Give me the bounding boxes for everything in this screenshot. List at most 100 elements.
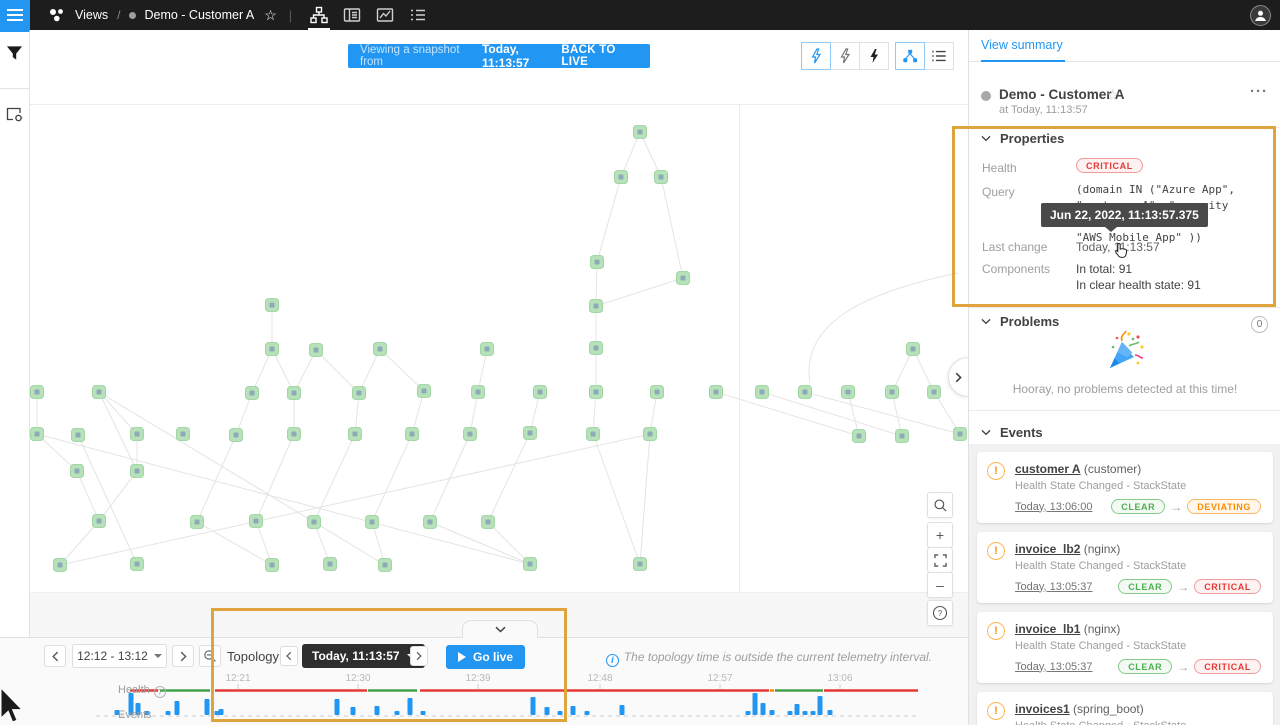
tab-view-summary[interactable]: View summary (981, 38, 1063, 52)
chevron-down-icon (981, 135, 991, 142)
event-time-link[interactable]: Today, 13:05:37 (1015, 581, 1092, 593)
app-root: { "topbar": { "views_label": "Views", "b… (0, 0, 1280, 725)
arrow-right-icon: → (1170, 500, 1182, 514)
event-component-type: (customer) (1084, 462, 1141, 476)
timeline-chart[interactable]: 12:2112:3012:3912:4812:5713:06 (30, 668, 968, 725)
event-title: invoice_lb1 (nginx) (1015, 622, 1261, 636)
state-badge-from: CLEAR (1111, 499, 1165, 514)
view-settings-icon[interactable] (0, 89, 29, 145)
breadcrumb-view-title[interactable]: Demo - Customer A (144, 8, 254, 22)
svg-text:12:21: 12:21 (225, 673, 250, 684)
star-icon[interactable]: ☆ (1106, 86, 1119, 104)
svg-text:13:06: 13:06 (827, 673, 852, 684)
event-card[interactable]: !invoice_lb2 (nginx)Health State Changed… (977, 532, 1273, 603)
problems-count-badge: 0 (1251, 316, 1268, 333)
filter-icon[interactable] (0, 32, 29, 88)
event-status-row: Today, 13:05:37CLEAR→CRITICAL (1015, 579, 1261, 594)
problems-filter-some-icon[interactable] (830, 42, 860, 70)
event-warning-icon: ! (987, 462, 1005, 480)
topology-graph[interactable] (30, 105, 968, 593)
hamburger-menu-icon[interactable] (0, 0, 30, 30)
problems-filter-all-icon[interactable] (859, 42, 889, 70)
event-state-pills: CLEAR→DEVIATING (1111, 499, 1261, 514)
event-component-link[interactable]: customer A (1015, 462, 1081, 476)
event-component-link[interactable]: invoices1 (1015, 702, 1070, 716)
ellipsis-menu-icon[interactable]: ··· (1250, 83, 1268, 100)
play-icon (458, 652, 466, 662)
event-component-type: (spring_boot) (1073, 702, 1144, 716)
events-row-label: Events (118, 709, 152, 721)
time-range-select[interactable]: 12:12 - 13:12 (72, 644, 167, 668)
zoom-out-range-icon[interactable] (199, 645, 221, 667)
back-to-live-button[interactable]: BACK TO LIVE (561, 44, 638, 68)
zoom-in-button[interactable]: + (927, 522, 953, 548)
fit-to-screen-button[interactable] (927, 547, 953, 573)
event-card[interactable]: ! customer A (customer) Health State Chang… (977, 452, 1273, 523)
event-component-link[interactable]: invoice_lb1 (1015, 622, 1080, 636)
zoom-out-button[interactable]: – (927, 572, 953, 598)
arrow-right-icon: → (1177, 580, 1189, 594)
user-avatar-icon[interactable] (1250, 5, 1271, 26)
problems-filter-none-icon[interactable] (801, 42, 831, 70)
topology-view-icon[interactable] (304, 0, 334, 30)
event-time-link[interactable]: Today, 13:05:37 (1015, 661, 1092, 673)
event-body: invoice_lb2 (nginx) Health State Changed … (1015, 542, 1261, 594)
snapshot-prev-button[interactable] (280, 646, 298, 666)
event-meta: Health State Changed - StackState (1015, 480, 1261, 492)
svg-text:12:48: 12:48 (587, 673, 612, 684)
tab-active-underline (981, 60, 1065, 62)
canvas-search-icon[interactable] (927, 492, 953, 518)
event-title: invoice_lb2 (nginx) (1015, 542, 1261, 556)
topology-canvas[interactable] (30, 104, 968, 592)
event-title: invoices1 (spring_boot) (1015, 702, 1261, 716)
properties-section-header[interactable]: Properties (981, 131, 1064, 146)
panel-tab-bar: View summary (969, 30, 1280, 62)
snapshot-next-button[interactable] (410, 646, 428, 666)
state-badge-from: CLEAR (1118, 579, 1172, 594)
event-component-type: (nginx) (1084, 542, 1121, 556)
toolbar-divider: | (289, 8, 292, 23)
timeline-collapse-chevron-icon[interactable] (462, 620, 538, 638)
breadcrumb-views[interactable]: Views (75, 8, 108, 22)
problems-section-header[interactable]: Problems (981, 314, 1059, 329)
svg-text:12:30: 12:30 (345, 673, 370, 684)
graph-mode-icon[interactable] (895, 42, 925, 70)
question-circle-icon[interactable]: ? (154, 686, 166, 698)
events-section-header[interactable]: Events (981, 425, 1043, 440)
range-prev-button[interactable] (44, 645, 66, 667)
snapshot-time-chip[interactable]: Today, 11:13:57 (302, 644, 425, 668)
last-change-label: Last change (982, 240, 1047, 254)
svg-text:?: ? (938, 609, 943, 618)
stackstate-logo-icon[interactable] (48, 7, 65, 23)
event-warning-icon: ! (987, 702, 1005, 720)
event-meta: Health State Changed - StackState (1015, 560, 1261, 572)
top-bar: Views / Demo - Customer A ☆ | (0, 0, 1280, 30)
snapshot-banner-time[interactable]: Today, 11:13:57 (482, 42, 561, 70)
svg-text:12:39: 12:39 (465, 673, 490, 684)
table-view-icon[interactable] (337, 0, 367, 30)
info-icon: i (606, 654, 619, 667)
snapshot-banner-text: Viewing a snapshot from (360, 44, 474, 68)
go-live-button[interactable]: Go live (446, 645, 525, 669)
event-time-link[interactable]: Today, 13:06:00 (1015, 501, 1092, 513)
list-mode-icon[interactable] (924, 42, 954, 70)
chevron-down-icon (981, 318, 991, 325)
canvas-help-icon[interactable]: ? (927, 600, 953, 626)
snapshot-time-value: Today, 11:13:57 (312, 649, 400, 663)
no-problems-message: Hooray, no problems detected at this tim… (969, 382, 1280, 396)
event-card[interactable]: ! invoices1 (spring_boot) Health State Cha… (977, 692, 1273, 725)
view-state-dot (129, 12, 136, 19)
chevron-down-icon (981, 429, 991, 436)
event-meta: Health State Changed - StackState (1015, 720, 1261, 725)
range-next-button[interactable] (172, 645, 194, 667)
event-body: invoice_lb1 (nginx)Health State Changed … (1015, 622, 1261, 674)
event-component-type: (nginx) (1084, 622, 1121, 636)
events-view-icon[interactable] (403, 0, 433, 30)
favorite-star-icon[interactable]: ☆ (264, 7, 277, 24)
view-health-dot (981, 91, 991, 101)
event-component-link[interactable]: invoice_lb2 (1015, 542, 1080, 556)
metrics-view-icon[interactable] (370, 0, 400, 30)
events-list: ! customer A (customer) Health State Chang… (969, 444, 1280, 725)
health-row-label: Health? (118, 684, 166, 698)
event-card[interactable]: !invoice_lb1 (nginx)Health State Changed… (977, 612, 1273, 683)
